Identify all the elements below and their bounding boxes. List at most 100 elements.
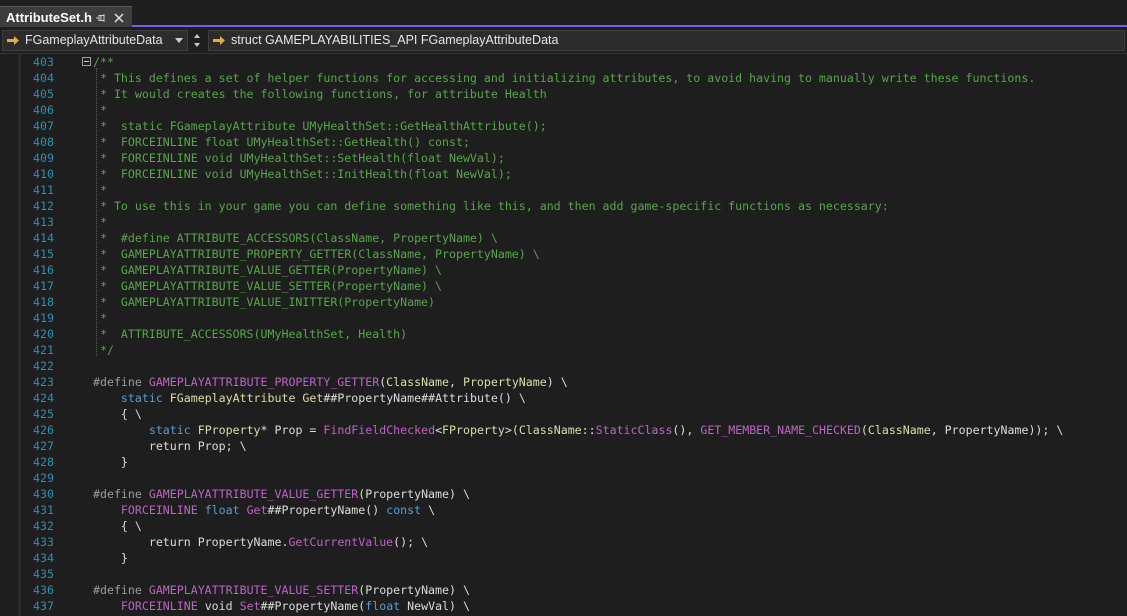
code-line[interactable]: 435 [0, 566, 1127, 582]
code-token: \ [421, 503, 436, 517]
code-line[interactable]: 418 * GAMEPLAYATTRIBUTE_VALUE_INITTER(Pr… [0, 294, 1127, 310]
code-line[interactable]: 411 * [0, 182, 1127, 198]
code-token: ## [421, 391, 436, 405]
code-line[interactable]: 408 * FORCEINLINE float UMyHealthSet::Ge… [0, 134, 1127, 150]
code-line[interactable]: 433 return PropertyName.GetCurrentValue(… [0, 534, 1127, 550]
line-number: 426 [33, 423, 54, 437]
code-token: () \ [497, 391, 526, 405]
code-line[interactable]: 421 */ [0, 342, 1127, 358]
code-token: * FORCEINLINE void UMyHealthSet::SetHeal… [93, 151, 505, 165]
code-line[interactable]: 412 * To use this in your game you can d… [0, 198, 1127, 214]
code-line[interactable]: 407 * static FGameplayAttribute UMyHealt… [0, 118, 1127, 134]
code-token: static [120, 391, 170, 405]
code-line[interactable]: 405 * It would creates the following fun… [0, 86, 1127, 102]
code-line[interactable]: 437 FORCEINLINE void Set##PropertyName(f… [0, 598, 1127, 614]
code-token: return [93, 439, 198, 453]
code-line[interactable]: 428 } [0, 454, 1127, 470]
code-line[interactable]: 403 /** [0, 54, 1127, 70]
pin-icon[interactable] [95, 12, 107, 24]
code-line[interactable]: 430 #define GAMEPLAYATTRIBUTE_VALUE_GETTE… [0, 486, 1127, 502]
code-token: return [93, 535, 198, 549]
navigation-up-down-icon[interactable] [190, 31, 204, 50]
line-number: 423 [33, 375, 54, 389]
code-token: (); \ [393, 535, 429, 549]
code-token: ClassName [518, 423, 582, 437]
code-token: * [93, 103, 107, 117]
line-number: 434 [33, 551, 54, 565]
code-line[interactable]: 422 [0, 358, 1127, 374]
code-line[interactable]: 416 * GAMEPLAYATTRIBUTE_VALUE_GETTER(Pro… [0, 262, 1127, 278]
code-line[interactable]: 427 return Prop; \ [0, 438, 1127, 454]
code-line[interactable]: 415 * GAMEPLAYATTRIBUTE_PROPERTY_GETTER(… [0, 246, 1127, 262]
code-line[interactable]: 414 * #define ATTRIBUTE_ACCESSORS(ClassN… [0, 230, 1127, 246]
code-token: * GAMEPLAYATTRIBUTE_VALUE_GETTER(Propert… [93, 263, 443, 277]
code-text: * GAMEPLAYATTRIBUTE_VALUE_INITTER(Proper… [93, 294, 435, 310]
code-token: * GAMEPLAYATTRIBUTE_PROPERTY_GETTER(Clas… [93, 247, 540, 261]
line-number: 414 [33, 231, 54, 245]
code-text: * FORCEINLINE void UMyHealthSet::SetHeal… [93, 150, 505, 166]
code-text: FORCEINLINE float Get##PropertyName() co… [93, 502, 435, 518]
code-text: FORCEINLINE void Set##PropertyName(float… [93, 598, 470, 614]
line-number: 415 [33, 247, 54, 261]
code-line[interactable]: 425 { \ [0, 406, 1127, 422]
code-token: ( [860, 423, 868, 437]
code-line[interactable]: 436 #define GAMEPLAYATTRIBUTE_VALUE_SETTE… [0, 582, 1127, 598]
code-token: , [449, 375, 463, 389]
code-token: float [365, 599, 408, 613]
code-line[interactable]: 434 } [0, 550, 1127, 566]
code-line[interactable]: 432 { \ [0, 518, 1127, 534]
line-number: 408 [33, 135, 54, 149]
code-token: * [93, 183, 107, 197]
code-line[interactable]: 424 static FGameplayAttribute Get##Prope… [0, 390, 1127, 406]
code-line[interactable]: 420 * ATTRIBUTE_ACCESSORS(UMyHealthSet, … [0, 326, 1127, 342]
code-token: GET_MEMBER_NAME_CHECKED [700, 423, 861, 437]
code-token: */ [93, 343, 114, 357]
line-number: 406 [33, 103, 54, 117]
code-token: ClassName [386, 375, 449, 389]
code-text: * It would creates the following functio… [93, 86, 547, 102]
code-line[interactable]: 429 [0, 470, 1127, 486]
code-text: */ [93, 342, 114, 358]
code-token: :: [581, 423, 596, 437]
code-token: } [93, 455, 128, 469]
code-line[interactable]: 417 * GAMEPLAYATTRIBUTE_VALUE_SETTER(Pro… [0, 278, 1127, 294]
member-dropdown[interactable]: struct GAMEPLAYABILITIES_API FGameplayAt… [208, 30, 1125, 51]
code-token: FGameplayAttribute [169, 391, 303, 405]
code-text: { \ [93, 406, 142, 422]
code-token: PropertyName [944, 423, 1029, 437]
line-number: 410 [33, 167, 54, 181]
code-text: static FGameplayAttribute Get##PropertyN… [93, 390, 526, 406]
scope-dropdown[interactable]: FGameplayAttributeData [2, 30, 188, 51]
code-token: * GAMEPLAYATTRIBUTE_VALUE_INITTER(Proper… [93, 295, 436, 309]
code-line[interactable]: 404 * This defines a set of helper funct… [0, 70, 1127, 86]
code-token: GAMEPLAYATTRIBUTE_PROPERTY_GETTER [148, 375, 380, 389]
code-line[interactable]: 423 #define GAMEPLAYATTRIBUTE_PROPERTY_GE… [0, 374, 1127, 390]
code-line[interactable]: 413 * [0, 214, 1127, 230]
tab-attributeset-h[interactable]: AttributeSet.h [0, 6, 132, 27]
code-line[interactable]: 419 * [0, 310, 1127, 326]
line-number: 433 [33, 535, 54, 549]
code-token: #define [93, 487, 149, 501]
code-editor[interactable]: 403/** 404 * This defines a set of helper… [0, 54, 1127, 616]
code-line[interactable]: 431 FORCEINLINE float Get##PropertyName(… [0, 502, 1127, 518]
close-icon[interactable] [113, 12, 125, 24]
code-text: * FORCEINLINE void UMyHealthSet::InitHea… [93, 166, 512, 182]
line-number: 431 [33, 503, 54, 517]
code-text: } [93, 454, 128, 470]
line-number: 419 [33, 311, 54, 325]
code-token: GAMEPLAYATTRIBUTE_VALUE_SETTER [148, 583, 359, 597]
code-line[interactable]: 410 * FORCEINLINE void UMyHealthSet::Ini… [0, 166, 1127, 182]
code-token: ) \ [449, 487, 470, 501]
code-token: { \ [93, 407, 142, 421]
tab-title: AttributeSet.h [6, 10, 92, 25]
code-text: * [93, 102, 107, 118]
code-text: static FProperty* Prop = FindFieldChecke… [93, 422, 1064, 438]
code-line[interactable]: 406 * [0, 102, 1127, 118]
navigation-bar: FGameplayAttributeData struct GAMEPLAYAB… [0, 27, 1127, 54]
line-number: 418 [33, 295, 54, 309]
code-line[interactable]: 426 static FProperty* Prop = FindFieldCh… [0, 422, 1127, 438]
code-line[interactable]: 409 * FORCEINLINE void UMyHealthSet::Set… [0, 150, 1127, 166]
code-token: ) \ [546, 375, 568, 389]
line-number: 409 [33, 151, 54, 165]
